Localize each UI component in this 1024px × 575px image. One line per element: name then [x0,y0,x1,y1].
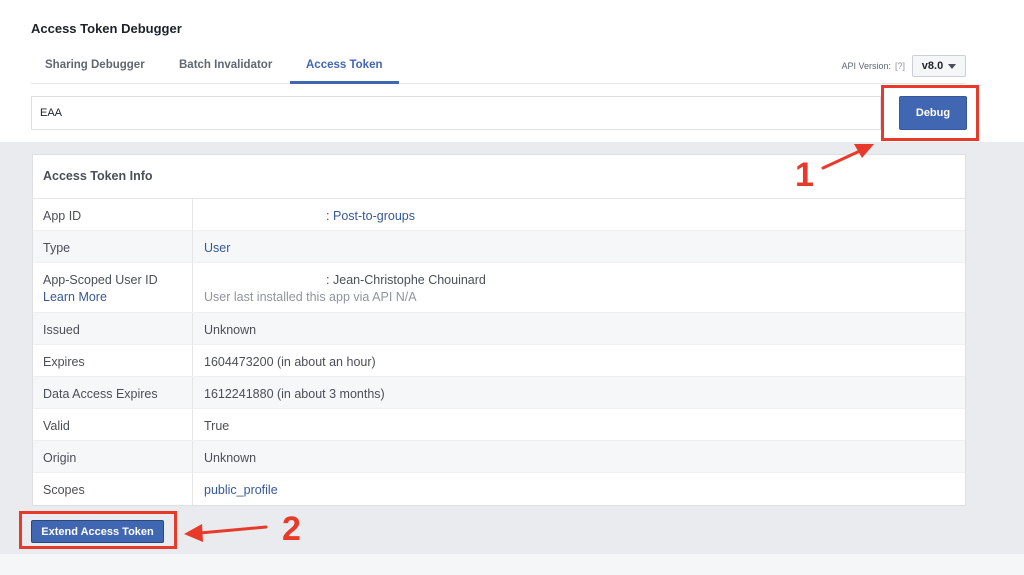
arrow-to-debug-icon [821,144,874,170]
step-number-2: 2 [282,510,301,548]
annotation-arrows [184,144,874,542]
arrow-to-extend-icon [184,524,268,542]
step-number-1: 1 [795,156,814,194]
